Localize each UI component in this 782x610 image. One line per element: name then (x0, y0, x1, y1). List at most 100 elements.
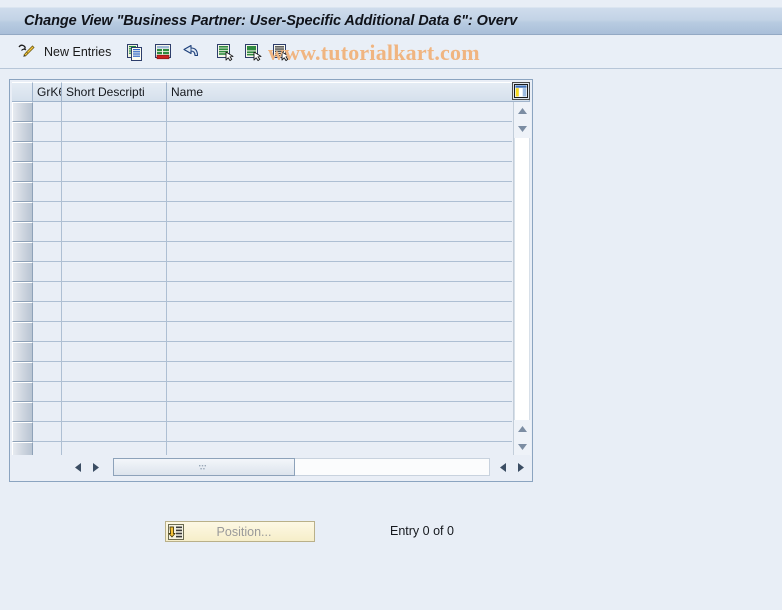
row-selector-button[interactable] (12, 102, 33, 122)
table-row[interactable] (12, 402, 512, 422)
table-row[interactable] (12, 302, 512, 322)
cell-grk6[interactable] (33, 182, 62, 202)
undo-button[interactable] (177, 40, 205, 64)
cell-grk6[interactable] (33, 302, 62, 322)
row-selector-button[interactable] (12, 442, 33, 456)
cell-name[interactable] (167, 322, 512, 342)
table-row[interactable] (12, 282, 512, 302)
row-selector-button[interactable] (12, 162, 33, 182)
cell-name[interactable] (167, 182, 512, 202)
cell-grk6[interactable] (33, 422, 62, 442)
cell-name[interactable] (167, 302, 512, 322)
cell-name[interactable] (167, 362, 512, 382)
cell-short-description[interactable] (62, 282, 167, 302)
cell-short-description[interactable] (62, 222, 167, 242)
table-row[interactable] (12, 322, 512, 342)
horizontal-scrollbar-track[interactable] (113, 458, 490, 476)
row-selector-button[interactable] (12, 402, 33, 422)
cell-name[interactable] (167, 402, 512, 422)
cell-grk6[interactable] (33, 322, 62, 342)
cell-grk6[interactable] (33, 162, 62, 182)
column-configuration-button[interactable] (512, 82, 530, 100)
scroll-down-button[interactable] (514, 120, 531, 138)
cell-grk6[interactable] (33, 142, 62, 162)
cell-grk6[interactable] (33, 442, 62, 456)
cell-short-description[interactable] (62, 362, 167, 382)
scroll-right-button[interactable] (87, 457, 105, 477)
cell-short-description[interactable] (62, 302, 167, 322)
cell-grk6[interactable] (33, 362, 62, 382)
cell-name[interactable] (167, 442, 512, 456)
cell-grk6[interactable] (33, 402, 62, 422)
cell-short-description[interactable] (62, 342, 167, 362)
cell-short-description[interactable] (62, 202, 167, 222)
row-selector-button[interactable] (12, 142, 33, 162)
table-row[interactable] (12, 142, 512, 162)
row-selector-button[interactable] (12, 122, 33, 142)
cell-short-description[interactable] (62, 142, 167, 162)
select-all-button[interactable] (211, 40, 239, 64)
cell-short-description[interactable] (62, 262, 167, 282)
table-header-short-description[interactable]: Short Descripti (62, 82, 167, 102)
scroll-left-button[interactable] (69, 457, 87, 477)
cell-short-description[interactable] (62, 422, 167, 442)
cell-grk6[interactable] (33, 262, 62, 282)
cell-short-description[interactable] (62, 382, 167, 402)
row-selector-button[interactable] (12, 422, 33, 442)
table-row[interactable] (12, 102, 512, 122)
cell-name[interactable] (167, 142, 512, 162)
row-selector-button[interactable] (12, 362, 33, 382)
cell-name[interactable] (167, 122, 512, 142)
cell-grk6[interactable] (33, 282, 62, 302)
table-row[interactable] (12, 422, 512, 442)
cell-short-description[interactable] (62, 162, 167, 182)
cell-name[interactable] (167, 202, 512, 222)
cell-grk6[interactable] (33, 242, 62, 262)
edit-toggle-button[interactable] (12, 40, 40, 64)
vertical-scrollbar-track[interactable] (514, 138, 530, 420)
row-selector-button[interactable] (12, 322, 33, 342)
cell-short-description[interactable] (62, 102, 167, 122)
row-selector-button[interactable] (12, 202, 33, 222)
cell-name[interactable] (167, 222, 512, 242)
table-row[interactable] (12, 242, 512, 262)
delete-button[interactable] (149, 40, 177, 64)
deselect-all-button[interactable] (239, 40, 267, 64)
cell-grk6[interactable] (33, 102, 62, 122)
horizontal-scrollbar-thumb[interactable] (113, 458, 295, 476)
cell-short-description[interactable] (62, 242, 167, 262)
cell-short-description[interactable] (62, 322, 167, 342)
cell-name[interactable] (167, 262, 512, 282)
row-selector-button[interactable] (12, 242, 33, 262)
table-row[interactable] (12, 202, 512, 222)
table-row[interactable] (12, 262, 512, 282)
table-row[interactable] (12, 382, 512, 402)
scroll-page-up-button[interactable] (514, 420, 531, 438)
new-entries-label[interactable]: New Entries (40, 45, 115, 59)
table-row[interactable] (12, 442, 512, 456)
table-row[interactable] (12, 342, 512, 362)
details-button[interactable] (267, 40, 295, 64)
table-header-name[interactable]: Name (167, 82, 530, 102)
cell-grk6[interactable] (33, 202, 62, 222)
cell-grk6[interactable] (33, 342, 62, 362)
row-selector-button[interactable] (12, 262, 33, 282)
table-row[interactable] (12, 182, 512, 202)
scroll-up-button[interactable] (514, 102, 531, 120)
row-selector-button[interactable] (12, 302, 33, 322)
row-selector-button[interactable] (12, 182, 33, 202)
table-row[interactable] (12, 362, 512, 382)
scroll-page-down-button[interactable] (514, 438, 531, 456)
horizontal-scrollbar[interactable] (12, 455, 530, 479)
cell-grk6[interactable] (33, 382, 62, 402)
cell-name[interactable] (167, 102, 512, 122)
cell-short-description[interactable] (62, 122, 167, 142)
row-selector-button[interactable] (12, 382, 33, 402)
cell-name[interactable] (167, 162, 512, 182)
cell-grk6[interactable] (33, 122, 62, 142)
cell-short-description[interactable] (62, 442, 167, 456)
cell-name[interactable] (167, 242, 512, 262)
row-selector-button[interactable] (12, 222, 33, 242)
table-header-selector[interactable] (12, 82, 33, 102)
table-row[interactable] (12, 122, 512, 142)
